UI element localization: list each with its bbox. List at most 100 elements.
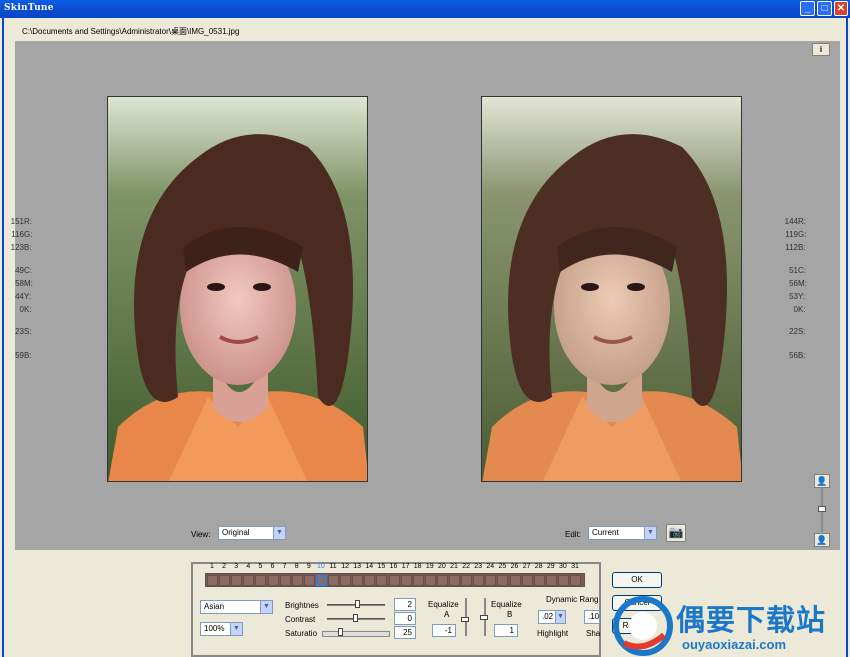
- chevron-down-icon: ▼: [644, 527, 656, 539]
- zoom-out-button[interactable]: 👤: [814, 533, 830, 547]
- swatch-number: 21: [450, 563, 458, 570]
- equalize-b-thumb[interactable]: [480, 615, 488, 620]
- close-button[interactable]: ✕: [834, 1, 848, 16]
- skin-tone-swatch[interactable]: [340, 575, 352, 586]
- camera-icon: 📷: [668, 525, 684, 539]
- skin-tone-swatch[interactable]: [279, 575, 291, 586]
- swatch-number: 2: [222, 563, 227, 570]
- equalize-a-input[interactable]: -1: [432, 624, 456, 637]
- skin-tone-swatch[interactable]: [473, 575, 485, 586]
- view-select[interactable]: Original ▼: [218, 526, 286, 540]
- skin-tone-swatch[interactable]: [545, 575, 557, 586]
- brightness-label: Brightnes: [285, 601, 319, 610]
- zoom-select[interactable]: 100% ▼: [200, 622, 243, 636]
- edit-select-value: Current: [592, 528, 619, 537]
- skin-tone-swatch[interactable]: [521, 575, 533, 586]
- skin-tone-swatch[interactable]: [219, 575, 231, 586]
- skin-tone-swatch[interactable]: [509, 575, 521, 586]
- skin-tone-strip[interactable]: [205, 573, 585, 587]
- skin-tone-swatch[interactable]: [207, 575, 218, 586]
- swatch-number: 29: [546, 563, 555, 570]
- contrast-input[interactable]: 0: [394, 612, 416, 625]
- saturation-track[interactable]: [322, 631, 390, 637]
- skin-tone-swatch[interactable]: [328, 575, 339, 586]
- skin-tone-swatch[interactable]: [449, 575, 460, 586]
- skin-tone-swatch[interactable]: [461, 575, 473, 586]
- swatch-number: 13: [353, 563, 362, 570]
- saturation-input[interactable]: 25: [394, 626, 416, 639]
- zoom-in-button[interactable]: 👤: [814, 474, 830, 488]
- chevron-down-icon: ▼: [260, 601, 272, 613]
- readout-edited: R: 144 G: 119 B: 112 C: 51 M: 56 Y: 53 K: 0 S: 2…: [785, 217, 827, 360]
- person-icon: 👤: [816, 535, 828, 545]
- title-bar[interactable]: SkinTune _ □ ✕: [0, 0, 850, 18]
- skin-tone-swatch[interactable]: [243, 575, 255, 586]
- swatch-number: 4: [246, 563, 251, 570]
- readout-label: B:: [798, 243, 806, 252]
- skin-tone-swatch[interactable]: [231, 575, 243, 586]
- skin-tone-swatch[interactable]: [485, 575, 497, 586]
- highlight-select[interactable]: .02 ▼: [538, 610, 566, 624]
- skin-tone-swatch[interactable]: [497, 575, 509, 586]
- contrast-thumb[interactable]: [353, 614, 358, 622]
- readout-label: R:: [798, 217, 806, 226]
- swatch-number: 25: [498, 563, 507, 570]
- equalize-a-thumb[interactable]: [461, 617, 469, 622]
- zoom-thumb[interactable]: [818, 506, 826, 512]
- readout-value: 59: [15, 351, 24, 360]
- skin-tone-swatch[interactable]: [436, 575, 448, 586]
- skin-tone-swatch[interactable]: [352, 575, 364, 586]
- readout-label: M:: [798, 279, 807, 288]
- view-label: View:: [191, 530, 211, 539]
- shadow-select[interactable]: .10: [584, 610, 600, 624]
- readout-value: 144: [784, 217, 798, 226]
- view-select-value: Original: [222, 528, 250, 537]
- info-button[interactable]: i: [812, 43, 830, 56]
- swatch-number: 9: [306, 563, 311, 570]
- skin-tone-swatch[interactable]: [424, 575, 436, 586]
- swatch-number: 19: [425, 563, 434, 570]
- minimize-button[interactable]: _: [800, 1, 815, 16]
- skin-tone-swatch[interactable]: [303, 575, 315, 586]
- readout-value: 51: [789, 266, 798, 275]
- skin-tone-swatch[interactable]: [315, 575, 327, 586]
- skin-type-select[interactable]: Asian ▼: [200, 600, 273, 614]
- swatch-number: 18: [413, 563, 422, 570]
- skin-tone-swatch[interactable]: [400, 575, 412, 586]
- swatch-number: 17: [401, 563, 410, 570]
- watermark-logo-icon: [613, 596, 673, 656]
- dynamic-range-label: Dynamic Rang: [546, 595, 599, 604]
- skin-tone-swatch[interactable]: [291, 575, 303, 586]
- contrast-label: Contrast: [285, 615, 316, 624]
- file-path: C:\Documents and Settings\Administrator\…: [22, 27, 240, 36]
- swatch-number: 16: [389, 563, 398, 570]
- brightness-thumb[interactable]: [355, 600, 360, 608]
- equalize-b-sublabel: B: [507, 610, 513, 619]
- readout-label: K:: [24, 305, 32, 314]
- skin-tone-swatch[interactable]: [412, 575, 424, 586]
- skin-tone-swatch[interactable]: [364, 575, 376, 586]
- snapshot-button[interactable]: 📷: [666, 524, 686, 542]
- maximize-button[interactable]: □: [817, 1, 832, 16]
- brightness-input[interactable]: 2: [394, 598, 416, 611]
- swatch-number: 7: [282, 563, 287, 570]
- skin-tone-swatch[interactable]: [570, 575, 581, 586]
- zoom-slider[interactable]: 👤 👤: [814, 472, 830, 548]
- skin-tone-swatch[interactable]: [533, 575, 545, 586]
- chevron-down-icon: ▼: [230, 623, 242, 635]
- skin-tone-swatch[interactable]: [255, 575, 267, 586]
- edited-image[interactable]: [481, 96, 742, 482]
- chevron-down-icon: ▼: [555, 611, 565, 623]
- skin-tone-swatch[interactable]: [388, 575, 400, 586]
- skin-tone-swatch[interactable]: [557, 575, 569, 586]
- highlight-value: .02: [542, 612, 554, 621]
- original-image[interactable]: [107, 96, 368, 482]
- edit-select[interactable]: Current ▼: [588, 526, 657, 540]
- swatch-number: 8: [294, 563, 299, 570]
- skin-tone-swatch[interactable]: [376, 575, 388, 586]
- saturation-thumb[interactable]: [338, 628, 343, 636]
- equalize-b-input[interactable]: 1: [494, 624, 518, 637]
- zoom-value: 100%: [204, 624, 225, 633]
- skin-tone-swatch[interactable]: [267, 575, 279, 586]
- ok-button[interactable]: OK: [612, 572, 662, 588]
